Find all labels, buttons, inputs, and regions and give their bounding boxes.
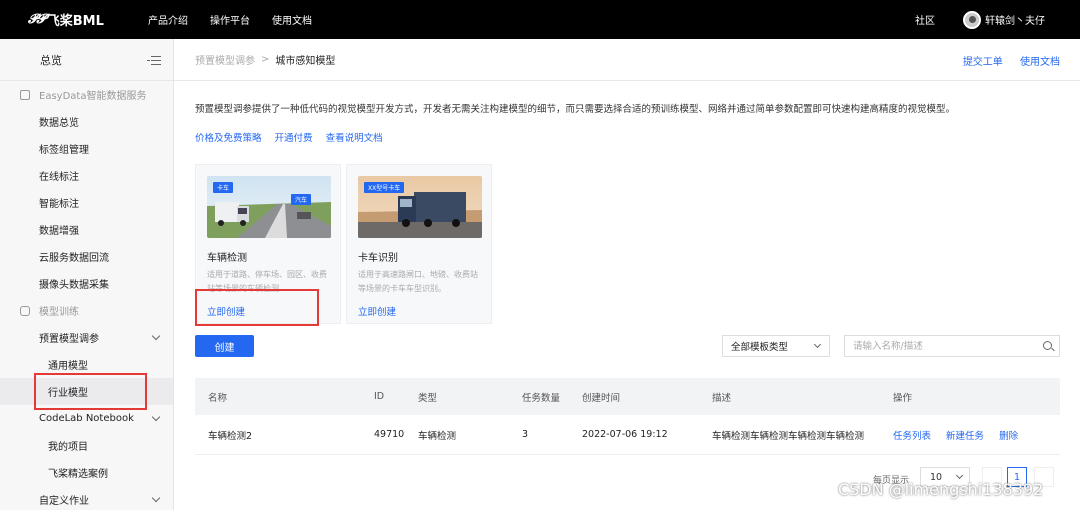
sidebar-section-data: EasyData智能数据服务 xyxy=(0,81,173,108)
open-billing-link[interactable]: 开通付费 xyxy=(275,133,313,144)
template-type-select-value: 全部模板类型 xyxy=(731,342,789,353)
nav-community[interactable]: 社区 xyxy=(915,12,935,27)
page-description: 预置模型调参提供了一种低代码的视觉模型开发方式，开发者无需关注构建模型的细节，而… xyxy=(195,104,956,115)
breadcrumb-prev[interactable]: 预置模型调参 xyxy=(195,52,255,67)
chevron-down-icon xyxy=(151,493,161,503)
table-header: 名称 ID 类型 任务数量 创建时间 描述 操作 xyxy=(195,378,1060,415)
card-tag: XX型号卡车 xyxy=(364,182,405,193)
user-name[interactable]: 轩辕剑丶夫仔 xyxy=(985,12,1045,27)
header-name: 名称 xyxy=(208,392,228,404)
brand-logo[interactable]: 𝓟𝓟 飞桨BML xyxy=(28,10,148,29)
header-type: 类型 xyxy=(418,392,438,404)
cell-description: 车辆检测车辆检测车辆检测车辆检测 xyxy=(712,430,865,442)
main-area: 预置模型调参 > 城市感知模型 提交工单 使用文档 预置模型调参提供了一种低代码… xyxy=(174,39,1080,510)
image-icon xyxy=(20,89,30,100)
top-navbar: 𝓟𝓟 飞桨BML 产品介绍 操作平台 使用文档 社区 轩辕剑丶夫仔 xyxy=(0,0,1080,39)
cell-task-count: 3 xyxy=(522,429,529,440)
sidebar-item-data-augment[interactable]: 数据增强 xyxy=(0,216,173,243)
card-tag: 汽车 xyxy=(291,194,312,205)
search-icon[interactable] xyxy=(1043,341,1052,350)
view-docs-link[interactable]: 查看说明文档 xyxy=(326,133,383,144)
model-table: 名称 ID 类型 任务数量 创建时间 描述 操作 车辆检测2 49710 车辆检… xyxy=(195,378,1060,455)
pricing-link[interactable]: 价格及免费策略 xyxy=(195,133,262,144)
sidebar-item-online-labeling[interactable]: 在线标注 xyxy=(0,162,173,189)
nav-platform[interactable]: 操作平台 xyxy=(210,12,250,27)
paddle-logo-icon: 𝓟𝓟 xyxy=(28,12,46,27)
sidebar-overview-label: 总览 xyxy=(40,53,62,67)
sidebar-item-custom-job[interactable]: 自定义作业 xyxy=(0,486,173,510)
sidebar: 总览 EasyData智能数据服务 数据总览 标签组管理 在线标注 智能标注 数… xyxy=(0,39,174,510)
sidebar-item-label-groups[interactable]: 标签组管理 xyxy=(0,135,173,162)
cell-name: 车辆检测2 xyxy=(208,430,253,442)
chevron-down-icon xyxy=(813,340,822,349)
sidebar-item-data-overview[interactable]: 数据总览 xyxy=(0,108,173,135)
sidebar-item-smart-labeling[interactable]: 智能标注 xyxy=(0,189,173,216)
nav-product-intro[interactable]: 产品介绍 xyxy=(148,12,188,27)
sidebar-item-preset-label: 预置模型调参 xyxy=(39,334,99,345)
sidebar-overview[interactable]: 总览 xyxy=(0,39,173,81)
breadcrumb: 预置模型调参 > 城市感知模型 提交工单 使用文档 xyxy=(174,39,1080,81)
delete-link[interactable]: 删除 xyxy=(999,431,1018,442)
template-card-truck-recognition[interactable]: XX型号卡车 卡车识别 适用于高速路闸口、地磅、收费站等场景的卡车车型识别。 立… xyxy=(346,164,492,324)
task-list-link[interactable]: 任务列表 xyxy=(893,431,931,442)
sidebar-item-custom-label: 自定义作业 xyxy=(39,496,89,507)
header-id: ID xyxy=(374,391,385,402)
highlight-box-industry-model xyxy=(34,373,147,410)
new-task-link[interactable]: 新建任务 xyxy=(946,431,984,442)
table-row: 车辆检测2 49710 车辆检测 3 2022-07-06 19:12 车辆检测… xyxy=(195,415,1060,455)
create-now-button[interactable]: 立即创建 xyxy=(358,304,396,318)
brand-name: 飞桨BML xyxy=(46,14,104,29)
breadcrumb-current: 城市感知模型 xyxy=(275,56,336,67)
card-description: 适用于高速路闸口、地磅、收费站等场景的卡车车型识别。 xyxy=(358,270,478,293)
sidebar-item-my-projects[interactable]: 我的项目 xyxy=(0,432,173,459)
chevron-down-icon xyxy=(955,471,964,480)
cell-id: 49710 xyxy=(374,429,405,440)
cube-icon xyxy=(20,305,30,316)
chevron-down-icon xyxy=(151,331,161,341)
info-links: 价格及免费策略 开通付费 查看说明文档 xyxy=(195,130,393,144)
cell-created: 2022-07-06 19:12 xyxy=(582,429,668,440)
header-created: 创建时间 xyxy=(582,392,621,404)
search-input[interactable] xyxy=(844,335,1060,357)
highlight-box-create-now xyxy=(195,289,319,326)
cell-type: 车辆检测 xyxy=(418,430,457,442)
sidebar-section-data-label: EasyData智能数据服务 xyxy=(39,91,147,102)
sidebar-item-preset-tuning[interactable]: 预置模型调参 xyxy=(0,324,173,351)
watermark: CSDN @limengshi138392 xyxy=(838,480,1044,499)
sidebar-item-paddle-cases[interactable]: 飞桨精选案例 xyxy=(0,459,173,486)
sidebar-item-codelab-label: CodeLab Notebook xyxy=(39,413,134,424)
sidebar-item-camera-collect[interactable]: 摄像头数据采集 xyxy=(0,270,173,297)
chevron-down-icon xyxy=(151,412,161,422)
sidebar-section-train: 模型训练 xyxy=(0,297,173,324)
create-button[interactable]: 创建 xyxy=(195,335,254,357)
card-title: 卡车识别 xyxy=(358,253,398,264)
content-panel: 预置模型调参提供了一种低代码的视觉模型开发方式，开发者无需关注构建模型的细节，而… xyxy=(174,81,1080,510)
sidebar-section-train-label: 模型训练 xyxy=(39,307,79,318)
header-task-count: 任务数量 xyxy=(522,392,561,404)
template-type-select[interactable]: 全部模板类型 xyxy=(722,335,830,357)
header-actions: 操作 xyxy=(893,392,913,404)
nav-docs[interactable]: 使用文档 xyxy=(272,12,312,27)
sidebar-item-cloud-reflow[interactable]: 云服务数据回流 xyxy=(0,243,173,270)
card-tag: 卡车 xyxy=(213,182,234,193)
submit-ticket-link[interactable]: 提交工单 xyxy=(963,57,1003,68)
collapse-sidebar-icon[interactable] xyxy=(147,55,161,65)
vehicle-road-image: 卡车 汽车 xyxy=(207,176,331,238)
breadcrumb-separator: > xyxy=(261,54,270,65)
card-title: 车辆检测 xyxy=(207,253,247,264)
truck-image: XX型号卡车 xyxy=(358,176,482,238)
avatar[interactable] xyxy=(963,10,981,29)
header-description: 描述 xyxy=(712,392,732,404)
usage-docs-link[interactable]: 使用文档 xyxy=(1020,57,1060,68)
